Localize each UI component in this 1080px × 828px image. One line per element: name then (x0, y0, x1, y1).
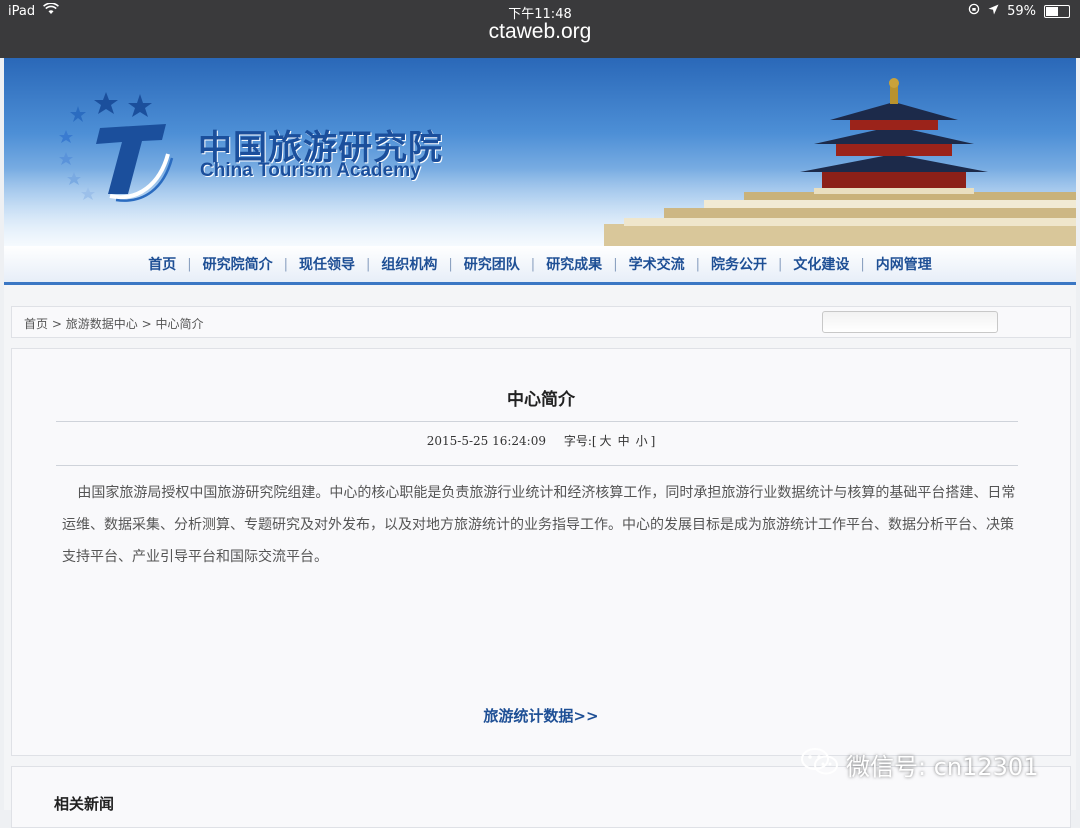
breadcrumb-separator: > (141, 317, 152, 331)
nav-item-1[interactable]: 研究院简介 (192, 254, 284, 274)
article-date: 2015-5-25 16:24:09 (426, 434, 546, 448)
browser-top-bar: iPad 下午11:48 59% ctaweb.org (0, 0, 1080, 58)
search-input[interactable] (822, 311, 998, 333)
breadcrumb: 首页 > 旅游数据中心 > 中心简介 (24, 315, 203, 332)
rotation-lock-icon (968, 3, 980, 19)
battery-fill (1046, 6, 1058, 16)
watermark-text: 微信号: cn12301 (846, 752, 1039, 781)
nav-item-4[interactable]: 研究团队 (453, 254, 531, 274)
font-size-medium-link[interactable]: 中 (618, 434, 630, 448)
nav-item-7[interactable]: 院务公开 (700, 254, 778, 274)
nav-item-0[interactable]: 首页 (137, 254, 187, 274)
nav-item-9[interactable]: 内网管理 (865, 254, 943, 274)
breadcrumb-home[interactable]: 首页 (24, 317, 48, 331)
font-size-label: 字号:[ (563, 434, 597, 448)
location-icon (988, 4, 999, 19)
status-right: 59% (968, 3, 1070, 19)
breadcrumb-current: 中心简介 (155, 317, 204, 331)
tourism-statistics-link[interactable]: 旅游统计数据>> (12, 705, 1070, 726)
wechat-watermark: 微信号: cn12301 (800, 746, 1038, 782)
brand-name-en: China Tourism Academy (200, 160, 421, 181)
breadcrumb-bar: 首页 > 旅游数据中心 > 中心简介 (11, 306, 1071, 338)
article-panel: 中心简介 2015-5-25 16:24:09 字号:[大中小] 由国家旅游局授… (11, 348, 1071, 756)
article-body: 由国家旅游局授权中国旅游研究院组建。中心的核心职能是负责旅游行业统计和经济核算工… (62, 485, 1016, 565)
nav-item-5[interactable]: 研究成果 (535, 254, 613, 274)
academy-logo[interactable] (48, 84, 178, 214)
article-meta: 2015-5-25 16:24:09 字号:[大中小] (12, 432, 1070, 449)
site-banner: 中国旅游研究院 China Tourism Academy (4, 58, 1076, 246)
nav-item-8[interactable]: 文化建设 (782, 254, 860, 274)
battery-icon (1044, 4, 1070, 18)
web-page: 中国旅游研究院 China Tourism Academy 首页 | 研究院简介 | 现… (4, 58, 1076, 828)
breadcrumb-separator: > (51, 317, 62, 331)
font-size-close: ] (650, 434, 656, 448)
temple-of-heaven-image (604, 78, 1076, 246)
nav-item-6[interactable]: 学术交流 (618, 254, 696, 274)
nav-item-3[interactable]: 组织机构 (370, 254, 448, 274)
font-size-large-link[interactable]: 大 (600, 434, 612, 448)
article-title: 中心简介 (507, 390, 575, 410)
breadcrumb-section[interactable]: 旅游数据中心 (66, 317, 138, 331)
address-bar-url[interactable]: ctaweb.org (0, 20, 1080, 44)
related-news-title: 相关新闻 (54, 795, 115, 813)
wechat-icon (800, 746, 840, 782)
battery-percent: 59% (1007, 3, 1036, 19)
divider (56, 465, 1018, 466)
nav-item-2[interactable]: 现任领导 (288, 254, 366, 274)
divider (56, 421, 1018, 422)
font-size-small-link[interactable]: 小 (636, 434, 648, 448)
main-nav: 首页 | 研究院简介 | 现任领导 | 组织机构 | 研究团队 | 研究成果 | 学术交流 | 院务公开 | 文… (4, 246, 1076, 285)
